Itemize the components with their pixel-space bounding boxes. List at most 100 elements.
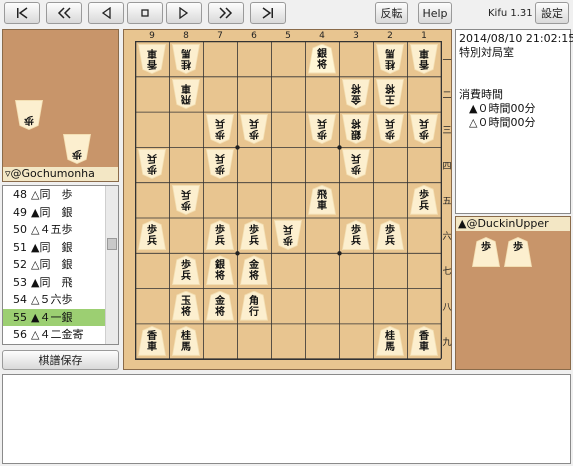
- sente-piece[interactable]: 歩: [504, 237, 532, 267]
- sente-piece[interactable]: 金将: [240, 255, 268, 286]
- move-list-item[interactable]: 54 △５六歩: [3, 291, 118, 309]
- piece-label: 香車: [147, 330, 157, 353]
- sente-piece[interactable]: 香車: [138, 325, 166, 356]
- piece-label: 飛車: [181, 81, 191, 104]
- gote-piece[interactable]: 歩: [15, 100, 43, 130]
- gote-piece[interactable]: 歩兵: [274, 220, 302, 250]
- sente-piece[interactable]: 歩兵: [206, 220, 234, 250]
- flip-board-button[interactable]: 反転: [375, 2, 408, 24]
- gote-piece[interactable]: 歩兵: [342, 149, 370, 179]
- piece-label: 歩兵: [215, 225, 225, 247]
- piece-label: 桂馬: [385, 330, 395, 353]
- row-label: 八: [442, 302, 452, 313]
- piece-label: 桂馬: [181, 46, 191, 69]
- move-list-item[interactable]: 51 ▲同 銀: [3, 239, 118, 257]
- settings-button[interactable]: 設定: [535, 2, 569, 24]
- gote-piece[interactable]: 歩兵: [206, 149, 234, 179]
- version-label: Kifu 1.31: [488, 8, 533, 19]
- piece-label: 歩: [481, 242, 491, 253]
- gote-piece[interactable]: 王将: [376, 79, 404, 109]
- gote-piece[interactable]: 桂馬: [172, 44, 200, 74]
- gote-piece[interactable]: 金将: [342, 79, 370, 109]
- gote-piece[interactable]: 歩兵: [376, 114, 404, 144]
- move-number: 54: [13, 293, 27, 306]
- piece-label: 歩兵: [249, 225, 259, 247]
- sente-piece[interactable]: 桂馬: [376, 325, 404, 356]
- sente-piece[interactable]: 角行: [240, 290, 268, 321]
- gote-piece[interactable]: 歩: [63, 134, 91, 164]
- piece-label: 香車: [419, 330, 429, 353]
- sente-piece[interactable]: 歩兵: [342, 220, 370, 250]
- sente-piece[interactable]: 歩兵: [410, 184, 438, 215]
- step-back-icon: [101, 7, 111, 19]
- gote-piece[interactable]: 歩兵: [240, 114, 268, 144]
- gote-time: △０時間00分: [469, 116, 536, 129]
- piece-label: 銀将: [351, 117, 361, 140]
- back-10-button[interactable]: [46, 2, 82, 24]
- help-button[interactable]: Help: [418, 2, 452, 24]
- piece-label: 歩: [72, 148, 82, 159]
- sente-piece[interactable]: 飛車: [308, 184, 336, 215]
- move-number: 56: [13, 328, 27, 341]
- save-kifu-button[interactable]: 棋譜保存: [2, 350, 119, 370]
- sente-piece[interactable]: 歩兵: [376, 220, 404, 250]
- sente-piece[interactable]: 歩: [472, 237, 500, 267]
- sente-piece[interactable]: 玉将: [172, 290, 200, 321]
- row-label: 五: [442, 196, 452, 207]
- gote-player-name: ▿@Gochumonha: [3, 167, 118, 181]
- move-list-item[interactable]: 55 ▲４一銀: [3, 308, 118, 326]
- sente-piece[interactable]: 歩兵: [240, 220, 268, 250]
- sente-piece[interactable]: 金将: [206, 290, 234, 321]
- sente-piece[interactable]: 銀将: [308, 43, 336, 74]
- next-move-button[interactable]: [166, 2, 202, 24]
- last-move-button[interactable]: [250, 2, 286, 24]
- sente-piece[interactable]: 桂馬: [172, 325, 200, 356]
- piece-label: 歩: [24, 114, 34, 125]
- move-notation: △５六歩: [31, 293, 73, 306]
- piece-label: 香車: [419, 46, 429, 69]
- move-list-item[interactable]: 48 △同 歩: [3, 186, 118, 204]
- move-list-item[interactable]: 53 ▲同 飛: [3, 274, 118, 292]
- gote-piece[interactable]: 歩兵: [308, 114, 336, 144]
- gote-piece[interactable]: 香車: [138, 44, 166, 74]
- sente-piece-stand: ▲@DuckinUpper 歩 歩: [455, 216, 571, 370]
- move-list-scrollbar[interactable]: [105, 186, 118, 344]
- gote-piece[interactable]: 歩兵: [206, 114, 234, 144]
- piece-label: 歩兵: [147, 225, 157, 247]
- column-label: 5: [285, 31, 291, 41]
- move-list-item[interactable]: 52 △同 銀: [3, 256, 118, 274]
- move-list-item[interactable]: 49 ▲同 銀: [3, 204, 118, 222]
- move-list-item[interactable]: 50 △４五歩: [3, 221, 118, 239]
- forward-10-button[interactable]: [208, 2, 244, 24]
- gote-piece[interactable]: 桂馬: [376, 44, 404, 74]
- move-notation: △４二金寄: [31, 328, 84, 341]
- gote-piece[interactable]: 歩兵: [172, 185, 200, 215]
- skip-to-start-icon: [17, 7, 28, 19]
- move-notation: ▲同 銀: [31, 240, 73, 254]
- move-list-item[interactable]: 57▲４三飛成: [3, 344, 118, 345]
- move-notation: △４五歩: [31, 223, 73, 236]
- gote-piece[interactable]: 飛車: [172, 79, 200, 109]
- sente-piece[interactable]: 香車: [410, 325, 438, 356]
- skip-to-end-icon: [262, 7, 273, 19]
- game-info-panel: 2014/08/10 21:02:15 特別対局室 消費時間 ▲０時間00分 △…: [455, 29, 573, 214]
- stop-button[interactable]: [127, 2, 163, 24]
- gote-piece[interactable]: 銀将: [342, 114, 370, 144]
- sente-piece[interactable]: 歩兵: [172, 255, 200, 286]
- comment-box[interactable]: [2, 374, 571, 464]
- column-label: 1: [421, 31, 427, 41]
- scrollbar-thumb[interactable]: [107, 238, 117, 250]
- move-number: 48: [13, 188, 27, 201]
- sente-piece[interactable]: 歩兵: [138, 220, 166, 250]
- gote-piece[interactable]: 香車: [410, 44, 438, 74]
- move-list-item[interactable]: 56 △４二金寄: [3, 326, 118, 344]
- first-move-button[interactable]: [4, 2, 40, 24]
- piece-label: 銀将: [317, 48, 327, 71]
- move-list[interactable]: 48 △同 歩 49 ▲同 銀 50 △４五歩 51 ▲同 銀 52 △同 銀 53 ▲同 飛 54 △５…: [2, 185, 119, 345]
- gote-piece[interactable]: 歩兵: [410, 114, 438, 144]
- prev-move-button[interactable]: [88, 2, 124, 24]
- sente-piece[interactable]: 銀将: [206, 255, 234, 286]
- gote-piece[interactable]: 歩兵: [138, 149, 166, 179]
- column-label: 6: [251, 31, 257, 41]
- column-label: 9: [149, 31, 155, 41]
